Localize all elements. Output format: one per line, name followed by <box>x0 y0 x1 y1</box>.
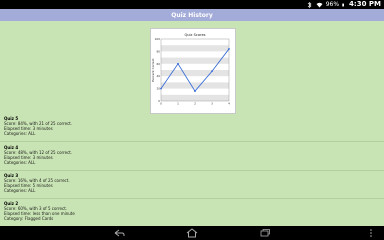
wifi-icon <box>316 2 323 7</box>
x-tick-label: 0 <box>160 102 162 106</box>
y-tick-label: 40 <box>156 74 160 78</box>
quiz-item-2[interactable]: Quiz 2 Score: 60%, with 3 of 5 correct. … <box>0 199 384 227</box>
data-point <box>177 62 179 65</box>
y-axis-label: Percent Correct <box>151 58 155 82</box>
x-tick-label: 4 <box>228 102 230 106</box>
y-tick-label: 20 <box>156 87 160 91</box>
x-tick-label: 2 <box>194 102 196 106</box>
grid-band <box>161 82 229 89</box>
y-tick-label: 60 <box>156 62 160 66</box>
status-icons: 96% 4:30 PM <box>306 0 381 9</box>
overflow-menu-icon[interactable] <box>366 228 376 238</box>
grid-band <box>161 94 229 101</box>
battery-percent: 96% <box>325 1 340 8</box>
clock: 4:30 PM <box>349 0 381 8</box>
data-point <box>211 70 213 73</box>
chart-svg: Quiz ScoresPercent Correct0204060801000 1… <box>151 33 230 106</box>
x-tick-label: 1 <box>177 102 179 106</box>
grid-band <box>161 45 229 52</box>
data-point <box>228 48 230 50</box>
status-bar: 96% 4:30 PM <box>0 0 384 9</box>
quiz-category: Category: Flagged Cards <box>4 216 54 221</box>
x-tick-label: 3 <box>211 102 213 106</box>
navigation-bar <box>0 226 384 240</box>
bluetooth-icon <box>307 1 312 8</box>
home-icon[interactable] <box>185 228 199 238</box>
recent-apps-icon[interactable] <box>258 228 272 238</box>
quiz-item-4[interactable]: Quiz 4 Score: 48%, with 12 of 25 correct… <box>0 143 384 171</box>
y-tick-label: 80 <box>156 49 160 53</box>
quiz-scores-chart: Quiz Scores Percent Correct 0 20 40 60 80 100 0 1… <box>150 28 236 114</box>
title-bar: Quiz History <box>0 9 384 21</box>
quiz-category: Categories: ALL <box>4 188 36 193</box>
quiz-category: Categories: ALL <box>4 160 36 165</box>
back-icon[interactable] <box>112 228 126 238</box>
chart-title: Quiz Scores <box>184 33 205 37</box>
battery-icon <box>342 3 345 6</box>
data-point <box>194 90 196 92</box>
y-tick-label: 100 <box>155 37 161 41</box>
quiz-item-3[interactable]: Quiz 3 Score: 16%, with 4 of 25 correct.… <box>0 171 384 199</box>
quiz-category: Categories: ALL <box>4 131 36 136</box>
quiz-item-5[interactable]: Quiz 5 Score: 84%, with 21 of 25 correct… <box>0 114 384 142</box>
data-point <box>160 87 162 90</box>
page-title: Quiz History <box>171 11 213 19</box>
